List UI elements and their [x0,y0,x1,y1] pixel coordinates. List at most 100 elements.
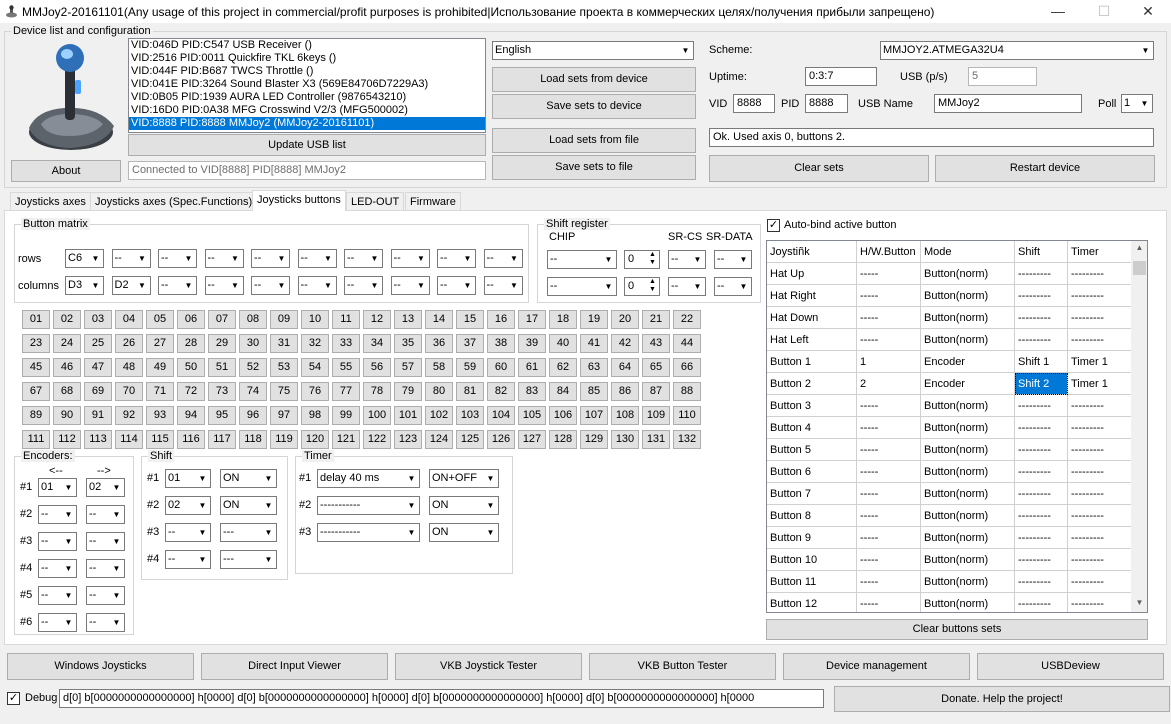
sr-cs-select[interactable]: -- ▼ [668,250,706,269]
button-number[interactable]: 61 [518,358,546,377]
button-number[interactable]: 80 [425,382,453,401]
button-number[interactable]: 81 [456,382,484,401]
button-number[interactable]: 113 [84,430,112,449]
tab-spec-functions[interactable]: Joysticks axes (Spec.Functions) [90,192,258,211]
shift-mode-select[interactable]: --- ▼ [220,523,277,542]
button-number[interactable]: 93 [146,406,174,425]
button-number[interactable]: 54 [301,358,329,377]
grid-cell[interactable]: --------- [1015,329,1068,351]
button-number[interactable]: 24 [53,334,81,353]
button-number[interactable]: 55 [332,358,360,377]
button-number[interactable]: 16 [487,310,515,329]
spin-arrows-icon[interactable]: ▲ ▼ [646,278,659,295]
button-number[interactable]: 59 [456,358,484,377]
button-number[interactable]: 44 [673,334,701,353]
button-number[interactable]: 49 [146,358,174,377]
grid-cell[interactable]: ----- [857,483,921,505]
timer-mode-select[interactable]: ON ▼ [429,523,499,542]
tab-firmware[interactable]: Firmware [405,192,461,211]
bottom-tool-button[interactable]: Windows Joysticks [7,653,194,680]
button-number[interactable]: 96 [239,406,267,425]
button-number[interactable]: 74 [239,382,267,401]
poll-select[interactable]: 1 ▼ [1121,94,1153,113]
button-number[interactable]: 08 [239,310,267,329]
button-number[interactable]: 23 [22,334,50,353]
grid-cell[interactable]: --------- [1015,571,1068,593]
grid-cell[interactable]: ----- [857,263,921,285]
grid-cell[interactable]: Button 6 [767,461,857,483]
matrix-col-select[interactable]: -- ▼ [483,276,523,295]
device-list-item[interactable]: VID:044F PID:B687 TWCS Throttle () [129,65,485,78]
button-number[interactable]: 34 [363,334,391,353]
button-number[interactable]: 103 [456,406,484,425]
scroll-down-icon[interactable]: ▼ [1131,598,1147,610]
grid-header-3[interactable]: Shift [1015,241,1068,263]
button-number[interactable]: 86 [611,382,639,401]
shift-button-select[interactable]: 02 ▼ [165,496,211,515]
encoder-b-select[interactable]: -- ▼ [86,559,125,578]
button-number[interactable]: 78 [363,382,391,401]
scroll-up-icon[interactable]: ▲ [1131,243,1147,255]
button-number[interactable]: 43 [642,334,670,353]
shift-button-select[interactable]: 01 ▼ [165,469,211,488]
grid-cell[interactable]: Hat Right [767,285,857,307]
save-to-device-button[interactable]: Save sets to device [492,94,696,119]
button-number[interactable]: 64 [611,358,639,377]
grid-cell[interactable]: --------- [1068,439,1132,461]
button-number[interactable]: 48 [115,358,143,377]
button-number[interactable]: 42 [611,334,639,353]
button-number[interactable]: 58 [425,358,453,377]
grid-cell[interactable]: Shift 2 [1015,373,1068,395]
button-number[interactable]: 51 [208,358,236,377]
button-number[interactable]: 97 [270,406,298,425]
button-number[interactable]: 28 [177,334,205,353]
button-number[interactable]: 89 [22,406,50,425]
grid-cell[interactable]: Button(norm) [921,307,1015,329]
button-number[interactable]: 115 [146,430,174,449]
grid-cell[interactable]: --------- [1068,395,1132,417]
matrix-row-select[interactable]: C6 ▼ [65,249,104,268]
button-number[interactable]: 05 [146,310,174,329]
grid-cell[interactable]: --------- [1015,263,1068,285]
matrix-col-select[interactable]: D2 ▼ [111,276,151,295]
button-number[interactable]: 77 [332,382,360,401]
grid-cell[interactable]: Button(norm) [921,263,1015,285]
grid-cell[interactable]: --------- [1068,593,1132,612]
tab-led-out[interactable]: LED-OUT [346,192,405,211]
device-list-item[interactable]: VID:041E PID:3264 Sound Blaster X3 (569E… [129,78,485,91]
button-number[interactable]: 67 [22,382,50,401]
button-number[interactable]: 82 [487,382,515,401]
grid-cell[interactable]: Button(norm) [921,549,1015,571]
button-number[interactable]: 110 [673,406,701,425]
sr-data-select[interactable]: -- ▼ [714,250,752,269]
tab-joysticks-axes[interactable]: Joysticks axes [10,192,91,211]
grid-cell[interactable]: Button 12 [767,593,857,612]
usb-name-field[interactable]: MMJoy2 [934,94,1082,113]
button-number[interactable]: 25 [84,334,112,353]
shift-mode-select[interactable]: --- ▼ [220,550,277,569]
matrix-col-select[interactable]: -- ▼ [158,276,197,295]
matrix-col-select[interactable]: -- ▼ [344,276,383,295]
encoder-a-select[interactable]: -- ▼ [38,559,77,578]
grid-cell[interactable]: Button 2 [767,373,857,395]
sr-cs-select[interactable]: -- ▼ [668,277,706,296]
button-number[interactable]: 106 [549,406,577,425]
load-from-device-button[interactable]: Load sets from device [492,67,696,92]
encoder-b-select[interactable]: -- ▼ [86,613,125,632]
button-number[interactable]: 18 [549,310,577,329]
button-number[interactable]: 85 [580,382,608,401]
button-number[interactable]: 12 [363,310,391,329]
shift-mode-select[interactable]: ON ▼ [220,469,277,488]
restart-device-button[interactable]: Restart device [935,155,1155,182]
button-number[interactable]: 15 [456,310,484,329]
sr-number-stepper[interactable]: 0 ▲ ▼ [624,250,660,269]
button-number[interactable]: 52 [239,358,267,377]
grid-cell[interactable]: 2 [857,373,921,395]
button-number[interactable]: 37 [456,334,484,353]
grid-cell[interactable]: 1 [857,351,921,373]
bottom-tool-button[interactable]: VKB Joystick Tester [395,653,582,680]
button-number[interactable]: 60 [487,358,515,377]
button-number[interactable]: 33 [332,334,360,353]
grid-cell[interactable]: ----- [857,505,921,527]
grid-header-1[interactable]: H/W.Button [857,241,921,263]
